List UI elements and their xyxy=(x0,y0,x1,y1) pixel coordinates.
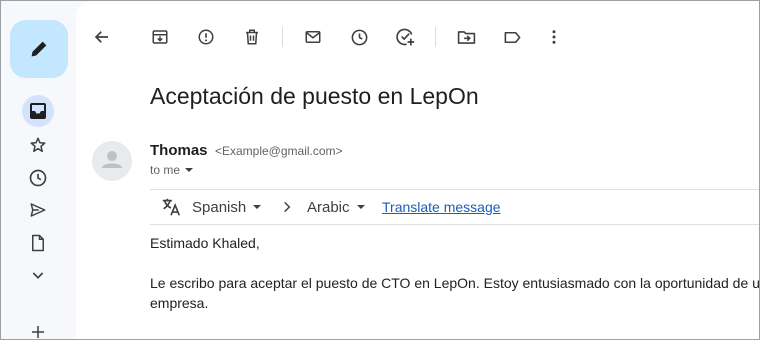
toolbar-divider xyxy=(435,27,436,47)
translate-icon xyxy=(162,198,181,216)
body-paragraph-line: empresa. xyxy=(150,295,209,311)
sent-icon xyxy=(30,203,46,217)
body-paragraph-line: Le escribo para aceptar el puesto de CTO… xyxy=(150,275,760,291)
snoozed-icon xyxy=(29,169,47,187)
more-chevron-icon xyxy=(32,272,44,279)
rail-snoozed[interactable] xyxy=(22,162,54,194)
chevron-right-icon xyxy=(284,201,291,213)
compose-pencil-icon xyxy=(31,41,47,57)
rail-inbox[interactable] xyxy=(22,95,54,127)
inbox-icon xyxy=(30,103,46,119)
back-button[interactable] xyxy=(86,21,118,53)
archive-icon xyxy=(152,30,168,44)
mark-unread-button[interactable] xyxy=(297,21,329,53)
body-greeting: Estimado Khaled, xyxy=(150,235,260,251)
translate-icon-wrap xyxy=(160,190,182,224)
message-pane: Aceptación de puesto en LepOn Thomas <Ex… xyxy=(76,1,760,339)
label-button[interactable] xyxy=(496,21,528,53)
target-language-label: Arabic xyxy=(307,198,350,216)
rail-more[interactable] xyxy=(22,259,54,291)
move-to-icon xyxy=(457,30,475,44)
source-language-select[interactable]: Spanish xyxy=(192,190,262,224)
add-to-tasks-icon xyxy=(396,28,415,46)
rail-starred[interactable] xyxy=(22,129,54,161)
sender-email: <Example@gmail.com> xyxy=(214,144,343,158)
delete-button[interactable] xyxy=(236,21,268,53)
translate-bar: Spanish Arabic Translate message xyxy=(150,189,759,225)
snooze-button[interactable] xyxy=(343,21,375,53)
to-label: to me xyxy=(150,163,181,177)
report-spam-icon xyxy=(198,29,214,45)
sender-line: Thomas <Example@gmail.com> xyxy=(150,142,343,160)
compose-button[interactable] xyxy=(10,20,68,78)
caret-down-icon[interactable] xyxy=(184,165,194,175)
recipient-details[interactable]: to me xyxy=(150,163,194,177)
sender-avatar[interactable] xyxy=(92,141,132,181)
gmail-window: Aceptación de puesto en LepOn Thomas <Ex… xyxy=(0,0,760,340)
back-arrow-icon xyxy=(94,31,108,43)
dropdown-caret-icon xyxy=(356,205,365,209)
translate-message-link[interactable]: Translate message xyxy=(382,190,501,224)
more-actions-button[interactable] xyxy=(538,21,570,53)
add-to-tasks-button[interactable] xyxy=(389,21,421,53)
sender-name[interactable]: Thomas xyxy=(150,142,208,159)
delete-icon xyxy=(246,29,258,45)
drafts-icon xyxy=(32,234,44,252)
person-icon xyxy=(102,151,122,168)
source-language-label: Spanish xyxy=(192,198,247,216)
move-to-button[interactable] xyxy=(450,21,482,53)
add-label-icon xyxy=(32,326,44,338)
archive-button[interactable] xyxy=(144,21,176,53)
label-icon xyxy=(504,31,520,43)
report-spam-button[interactable] xyxy=(190,21,222,53)
rail-drafts[interactable] xyxy=(22,227,54,259)
toolbar-divider xyxy=(282,27,283,47)
target-language-select[interactable]: Arabic xyxy=(307,190,366,224)
rail-sent[interactable] xyxy=(22,194,54,226)
dropdown-caret-icon xyxy=(253,205,262,209)
translate-direction xyxy=(280,190,294,224)
message-subject: Aceptación de puesto en LepOn xyxy=(150,83,479,109)
more-icon xyxy=(552,30,556,44)
rail-add-label[interactable] xyxy=(22,316,54,339)
mark-unread-icon xyxy=(305,31,321,43)
starred-icon xyxy=(30,137,46,153)
snooze-icon xyxy=(351,29,367,45)
